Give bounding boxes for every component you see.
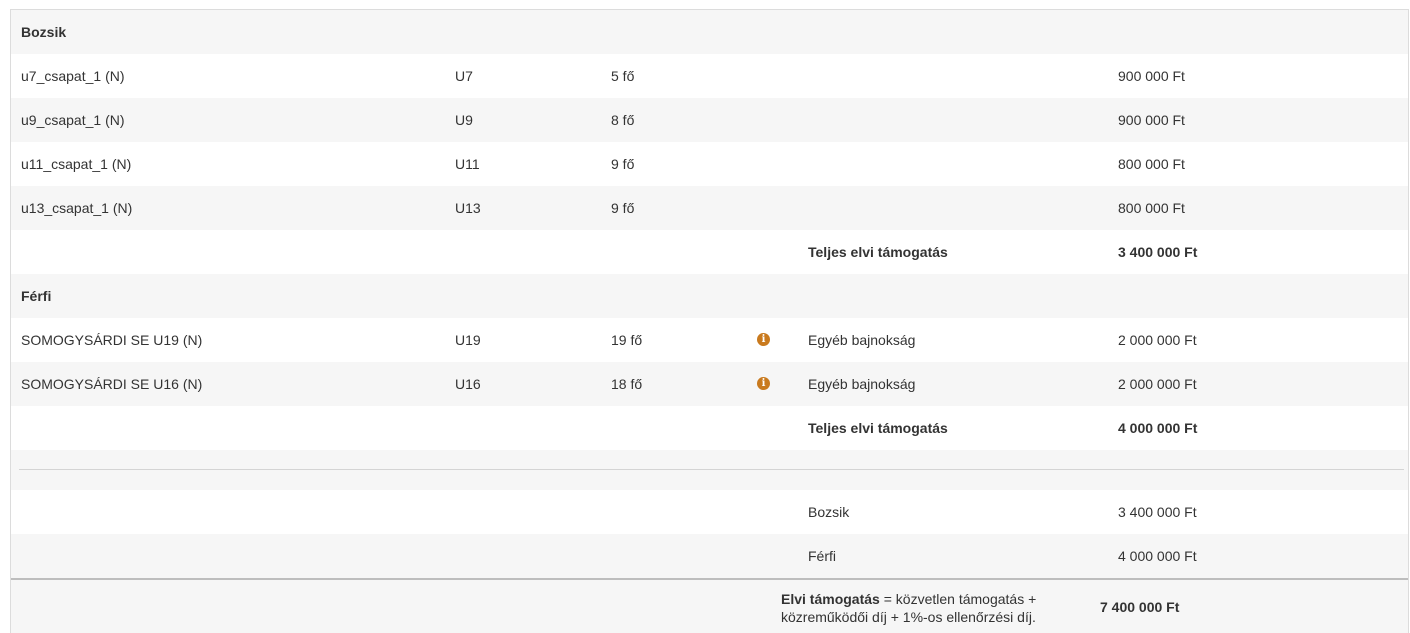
summary-label: Bozsik (808, 504, 850, 520)
subtotal-amount: 3 400 000 Ft (1118, 244, 1198, 260)
player-count: 18 fő (611, 376, 643, 392)
grand-total-description: Elvi támogatás = közvetlen támogatás + k… (781, 590, 1036, 626)
team-name: SOMOGYSÁRDI SE U19 (N) (21, 332, 203, 348)
team-name: u13_csapat_1 (N) (21, 200, 133, 216)
summary-amount: 4 000 000 Ft (1118, 548, 1197, 564)
table-row: u9_csapat_1 (N) U9 8 fő 900 000 Ft (11, 98, 1408, 142)
summary-row: Férfi 4 000 000 Ft (11, 534, 1408, 578)
support-amount: 800 000 Ft (1118, 200, 1185, 216)
player-count: 19 fő (611, 332, 643, 348)
section-title: Bozsik (21, 24, 67, 40)
summary-row: Bozsik 3 400 000 Ft (11, 490, 1408, 534)
section-divider (11, 450, 1408, 490)
subtotal-row-bozsik: Teljes elvi támogatás 3 400 000 Ft (11, 230, 1408, 274)
grand-total-row: Elvi támogatás = közvetlen támogatás + k… (11, 578, 1408, 633)
subtotal-label: Teljes elvi támogatás (808, 420, 948, 436)
grand-total-amount: 7 400 000 Ft (1100, 599, 1180, 615)
info-cell[interactable]: i (757, 318, 770, 362)
team-name: SOMOGYSÁRDI SE U16 (N) (21, 376, 203, 392)
age-group: U19 (455, 332, 481, 348)
info-circle-icon[interactable]: i (757, 377, 770, 391)
table-row: u7_csapat_1 (N) U7 5 fő 900 000 Ft (11, 54, 1408, 98)
subtotal-amount: 4 000 000 Ft (1118, 420, 1198, 436)
player-count: 9 fő (611, 200, 635, 216)
team-name: u7_csapat_1 (N) (21, 68, 125, 84)
support-amount: 2 000 000 Ft (1118, 332, 1197, 348)
section-title: Férfi (21, 288, 52, 304)
support-amount: 800 000 Ft (1118, 156, 1185, 172)
summary-label: Férfi (808, 548, 836, 564)
info-circle-icon[interactable]: i (757, 333, 770, 347)
age-group: U13 (455, 200, 481, 216)
subtotal-row-ferfi: Teljes elvi támogatás 4 000 000 Ft (11, 406, 1408, 450)
age-group: U16 (455, 376, 481, 392)
table-row: SOMOGYSÁRDI SE U19 (N) U19 19 fő i Egyéb… (11, 318, 1408, 362)
table-row: SOMOGYSÁRDI SE U16 (N) U16 18 fő i Egyéb… (11, 362, 1408, 406)
player-count: 5 fő (611, 68, 635, 84)
support-summary-table: Bozsik u7_csapat_1 (N) U7 5 fő 900 000 F… (10, 9, 1409, 633)
grand-total-formula-1: = közvetlen támogatás + (879, 591, 1037, 607)
support-amount: 2 000 000 Ft (1118, 376, 1197, 392)
table-row: u13_csapat_1 (N) U13 9 fő 800 000 Ft (11, 186, 1408, 230)
team-name: u11_csapat_1 (N) (21, 156, 132, 172)
section-header-ferfi: Férfi (11, 274, 1408, 318)
league-type: Egyéb bajnokság (808, 332, 916, 348)
info-cell[interactable]: i (757, 362, 770, 406)
team-name: u9_csapat_1 (N) (21, 112, 125, 128)
subtotal-label: Teljes elvi támogatás (808, 244, 948, 260)
player-count: 9 fő (611, 156, 635, 172)
divider-line (19, 469, 1404, 470)
support-amount: 900 000 Ft (1118, 68, 1185, 84)
grand-total-formula-2: közreműködői díj + 1%-os ellenőrzési díj… (781, 609, 1036, 625)
summary-amount: 3 400 000 Ft (1118, 504, 1197, 520)
table-row: u11_csapat_1 (N) U11 9 fő 800 000 Ft (11, 142, 1408, 186)
age-group: U9 (455, 112, 473, 128)
player-count: 8 fő (611, 112, 635, 128)
section-header-bozsik: Bozsik (11, 10, 1408, 54)
age-group: U11 (455, 156, 480, 172)
age-group: U7 (455, 68, 473, 84)
grand-total-label: Elvi támogatás (781, 591, 880, 607)
support-amount: 900 000 Ft (1118, 112, 1185, 128)
league-type: Egyéb bajnokság (808, 376, 916, 392)
